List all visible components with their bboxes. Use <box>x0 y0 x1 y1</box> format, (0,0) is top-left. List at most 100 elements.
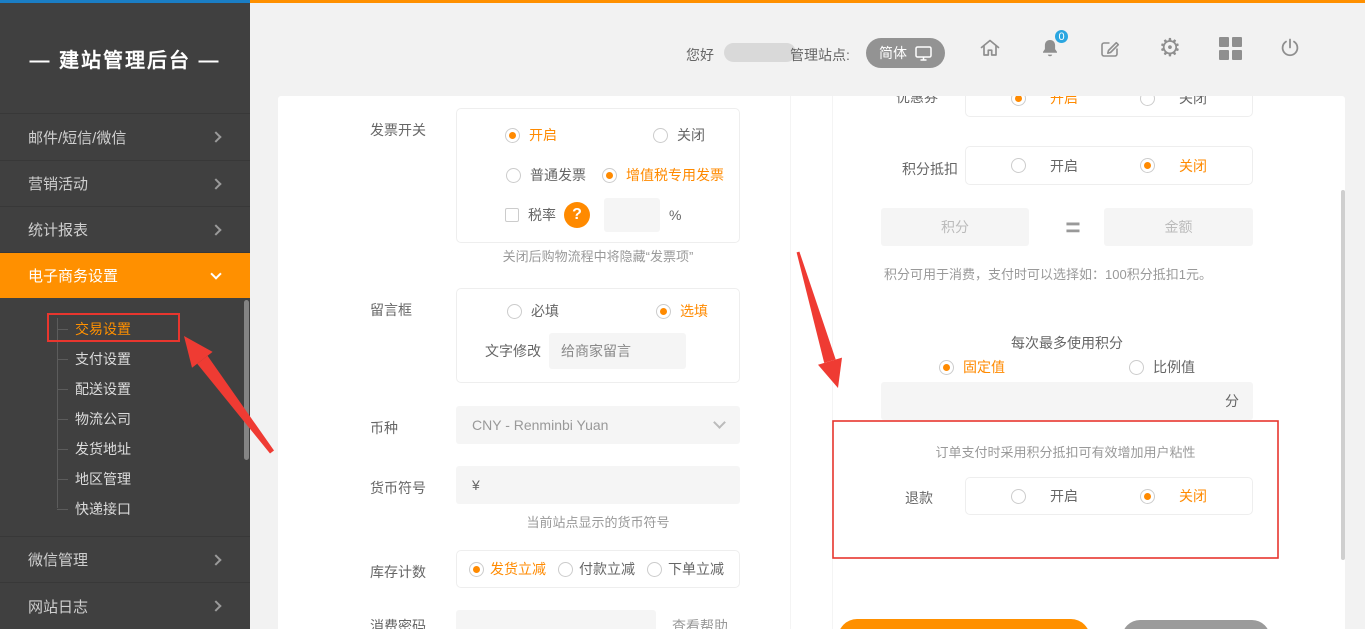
apps-grid-icon[interactable] <box>1217 33 1243 63</box>
content-scrollbar-thumb[interactable] <box>1341 190 1345 560</box>
coupon-on-radio[interactable] <box>1011 96 1026 106</box>
consume-password-label: 消费密码 <box>370 616 426 629</box>
stock-options-box: 发货立减 付款立减 下单立减 <box>456 550 740 588</box>
sidebar-item-ecommerce[interactable]: 电子商务设置 <box>0 252 250 298</box>
sidebar-item-statistics[interactable]: 统计报表 <box>0 206 250 252</box>
currency-symbol-hint: 当前站点显示的货币符号 <box>456 512 740 531</box>
header-icons: 0 ⚙ <box>977 33 1303 63</box>
sidebar-accent-strip <box>0 0 250 3</box>
coupon-options-box: 开启 关闭 <box>965 96 1253 117</box>
invoice-switch-label: 发票开关 <box>370 120 426 140</box>
required-radio[interactable] <box>507 304 522 319</box>
max-points-options: 固定值 比例值 <box>881 352 1253 382</box>
max-points-input[interactable]: 分 <box>881 382 1253 420</box>
column-divider <box>790 96 791 629</box>
deduct-on-radio[interactable] <box>1011 158 1026 173</box>
edit-icon[interactable] <box>1097 33 1123 63</box>
invoice-hint: 关闭后购物流程中将隐藏“发票项” <box>456 246 740 265</box>
normal-invoice-radio[interactable] <box>506 168 521 183</box>
notifications-bell-icon[interactable]: 0 <box>1037 33 1063 63</box>
submenu-item-trade-settings[interactable]: 交易设置 <box>0 314 250 344</box>
message-text-input[interactable]: 给商家留言 <box>549 333 686 369</box>
chevron-right-icon <box>210 600 221 611</box>
column-divider <box>832 96 833 629</box>
invoice-off-radio[interactable] <box>653 128 668 143</box>
submenu-item-shipping-address[interactable]: 发货地址 <box>0 434 250 464</box>
tax-rate-checkbox[interactable] <box>505 208 519 222</box>
deduct-off-radio[interactable] <box>1140 158 1155 173</box>
header: 您好 管理站点: 简体 0 <box>250 0 1365 96</box>
greeting-text: 您好 <box>686 45 714 65</box>
fixed-value-radio[interactable] <box>939 360 954 375</box>
consume-password-input[interactable] <box>456 610 656 629</box>
chevron-right-icon <box>210 554 221 565</box>
sidebar-item-mail-sms-wechat[interactable]: 邮件/短信/微信 <box>0 113 250 160</box>
message-required-row: 必填 选填 <box>457 291 739 331</box>
refund-on-radio[interactable] <box>1011 489 1026 504</box>
stock-count-label: 库存计数 <box>370 562 426 582</box>
ship-deduct-radio[interactable] <box>469 562 484 577</box>
currency-select[interactable]: CNY - Renminbi Yuan <box>456 406 740 444</box>
notification-badge: 0 <box>1053 28 1070 45</box>
invoice-options-box: 开启 关闭 普通发票 增值税专用发票 税率 ? % <box>456 108 740 243</box>
chevron-right-icon <box>210 131 221 142</box>
save-button[interactable] <box>838 619 1090 629</box>
sidebar-item-wechat-management[interactable]: 微信管理 <box>0 536 250 582</box>
submenu-item-region-management[interactable]: 地区管理 <box>0 464 250 494</box>
power-logout-icon[interactable] <box>1277 33 1303 63</box>
sidebar-item-marketing[interactable]: 营销活动 <box>0 160 250 206</box>
manage-site-label: 管理站点: <box>790 45 850 65</box>
chevron-right-icon <box>210 224 221 235</box>
coupon-off-radio[interactable] <box>1140 96 1155 106</box>
refund-off-radio[interactable] <box>1140 489 1155 504</box>
message-box-label: 留言框 <box>370 300 412 320</box>
optional-radio[interactable] <box>656 304 671 319</box>
coupon-label: 优惠券 <box>896 96 938 107</box>
sidebar-item-label: 邮件/短信/微信 <box>28 127 126 148</box>
view-help-link[interactable]: 查看帮助 <box>672 616 728 629</box>
message-options-box: 必填 选填 文字修改 给商家留言 <box>456 288 740 383</box>
sidebar-item-label: 统计报表 <box>28 219 88 240</box>
sticky-hint: 订单支付时采用积分抵扣可有效增加用户粘性 <box>843 442 1288 461</box>
username-redacted <box>724 43 796 62</box>
monitor-icon <box>915 46 932 61</box>
sidebar-scrollbar-thumb[interactable] <box>244 300 249 460</box>
submenu-item-payment-settings[interactable]: 支付设置 <box>0 344 250 374</box>
points-deduct-box: 开启 关闭 <box>965 146 1253 185</box>
trade-settings-panel: 发票开关 开启 关闭 普通发票 增值税专用发票 税率 ? % 关闭后 <box>278 96 1345 629</box>
app-title: — 建站管理后台 — <box>0 3 250 113</box>
submenu-item-logistics-company[interactable]: 物流公司 <box>0 404 250 434</box>
header-accent-strip <box>250 0 1365 3</box>
equals-sign: = <box>1058 208 1088 246</box>
gear-icon[interactable]: ⚙ <box>1157 33 1183 63</box>
chevron-down-icon <box>210 268 221 279</box>
site-version-label: 简体 <box>879 43 907 63</box>
sidebar: — 建站管理后台 — 邮件/短信/微信 营销活动 统计报表 电子商务设置 交易设… <box>0 0 250 629</box>
points-deduct-label: 积分抵扣 <box>902 159 958 179</box>
site-version-button[interactable]: 简体 <box>866 38 945 68</box>
page: — 建站管理后台 — 邮件/短信/微信 营销活动 统计报表 电子商务设置 交易设… <box>0 0 1365 629</box>
chevron-right-icon <box>210 178 221 189</box>
tax-rate-input[interactable] <box>604 198 660 232</box>
ecommerce-submenu: 交易设置 支付设置 配送设置 物流公司 发货地址 地区管理 快递接口 <box>0 298 250 536</box>
pay-deduct-radio[interactable] <box>558 562 573 577</box>
help-question-icon[interactable]: ? <box>564 202 590 228</box>
order-deduct-radio[interactable] <box>647 562 662 577</box>
message-text-row: 文字修改 给商家留言 <box>457 331 739 371</box>
sidebar-item-site-logs[interactable]: 网站日志 <box>0 582 250 629</box>
currency-symbol-input[interactable]: ¥ <box>456 466 740 504</box>
vat-invoice-radio[interactable] <box>602 168 617 183</box>
home-icon[interactable] <box>977 33 1003 63</box>
points-usage-hint: 积分可用于消费，支付时可以选择如：100积分抵扣1元。 <box>843 264 1253 283</box>
submenu-item-delivery-settings[interactable]: 配送设置 <box>0 374 250 404</box>
reset-button[interactable] <box>1122 620 1270 629</box>
refund-label: 退款 <box>905 488 933 508</box>
amount-input[interactable]: 金额 <box>1104 208 1253 246</box>
invoice-on-radio[interactable] <box>505 128 520 143</box>
points-input[interactable]: 积分 <box>881 208 1029 246</box>
refund-options-box: 开启 关闭 <box>965 477 1253 515</box>
chevron-down-icon <box>713 416 726 429</box>
submenu-item-express-api[interactable]: 快递接口 <box>0 494 250 524</box>
modify-text-label: 文字修改 <box>485 341 541 361</box>
ratio-value-radio[interactable] <box>1129 360 1144 375</box>
